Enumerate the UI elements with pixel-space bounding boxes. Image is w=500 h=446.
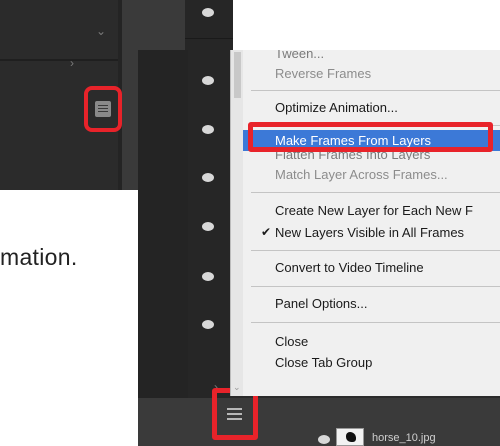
eye-icon[interactable] [202,320,214,329]
panel-crop-right: › horse_10.jpg ⌄ Tween... Reverse Frames… [138,50,500,446]
menu-separator [251,322,500,323]
chevron-down-icon[interactable]: ⌄ [96,24,106,38]
layer-row-separator [185,38,233,39]
eye-icon[interactable] [202,76,214,85]
eye-icon[interactable] [202,272,214,281]
menu-item-convert-video-timeline[interactable]: Convert to Video Timeline [243,257,500,278]
menu-item-match-layer[interactable]: Match Layer Across Frames... [243,164,500,185]
menu-separator [251,90,500,91]
menu-item-optimize-animation[interactable]: Optimize Animation... [243,97,500,118]
chevron-right-icon[interactable]: › [70,56,74,70]
instruction-text: mation. [0,244,78,270]
eye-icon[interactable] [202,8,214,17]
menu-separator [251,192,500,193]
menu-item-close[interactable]: Close [243,331,500,352]
layer-visibility-column [188,50,230,446]
menu-item-reverse-frames[interactable]: Reverse Frames [243,63,500,84]
menu-item-close-tab-group[interactable]: Close Tab Group [243,352,500,373]
eye-icon[interactable] [202,222,214,231]
eye-icon[interactable] [202,125,214,134]
menu-separator [251,250,500,251]
menu-item-label: New Layers Visible in All Frames [275,225,465,240]
panel-flyout-menu: ⌄ Tween... Reverse Frames Optimize Anima… [230,50,500,396]
layer-name[interactable]: horse_10.jpg [372,432,436,444]
eye-icon[interactable] [202,173,214,182]
menu-item-panel-options[interactable]: Panel Options... [243,293,500,314]
menu-item-tween[interactable]: Tween... [243,50,500,60]
panel-row-divider [0,59,118,61]
panel-menu-button-highlight[interactable] [84,86,122,132]
hamburger-menu-icon[interactable] [227,408,242,421]
chevron-down-icon[interactable]: ⌄ [233,382,241,393]
menu-separator [251,286,500,287]
menu-scrollbar-thumb[interactable] [234,52,241,98]
menu-item-new-layers-visible[interactable]: ✔ New Layers Visible in All Frames [243,222,500,243]
menu-separator [251,125,500,126]
menu-scrollbar[interactable]: ⌄ [231,50,243,396]
menu-item-flatten-frames[interactable]: Flatten Frames Into Layers [243,151,500,160]
eye-icon[interactable] [318,435,330,444]
checkmark-icon: ✔ [261,225,272,239]
menu-item-make-frames-from-layers[interactable]: Make Frames From Layers [243,130,500,151]
hamburger-menu-icon[interactable] [95,101,111,117]
menu-item-create-new-layer[interactable]: Create New Layer for Each New F [243,200,500,221]
layer-thumbnail[interactable] [336,428,364,446]
